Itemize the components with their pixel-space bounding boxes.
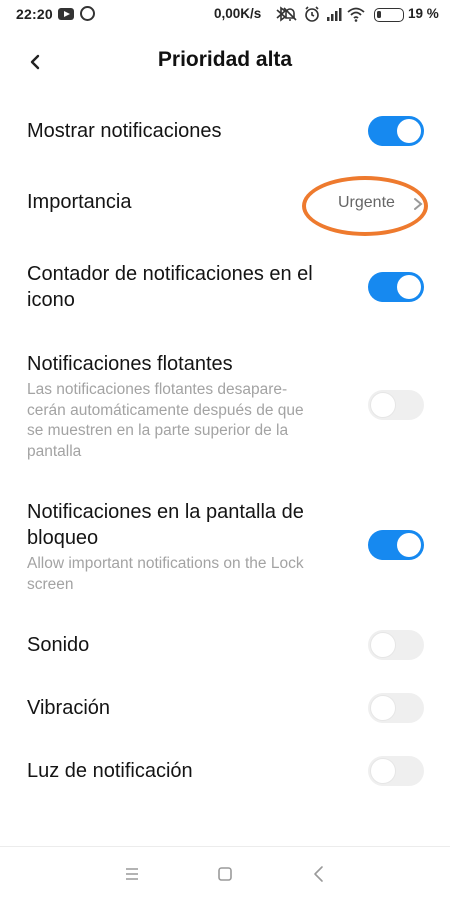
menu-button[interactable] (120, 862, 144, 886)
lock-screen-label-line2: bloqueo (27, 527, 99, 549)
home-button[interactable] (213, 862, 237, 886)
show-notifications-row[interactable]: Mostrar notificaciones (0, 110, 450, 154)
toggle-knob (397, 533, 421, 557)
page-title: Prioridad alta (157, 48, 293, 71)
lock-screen-desc-line1: Allow important notifications on the Loc… (27, 555, 304, 572)
battery-icon (374, 8, 404, 22)
floating-desc-line3: se muestren en la parte superior de la (27, 422, 289, 439)
menu-icon (126, 868, 138, 880)
importance-label: Importancia (27, 191, 132, 213)
battery-level-fill (377, 11, 381, 18)
toggle-knob (397, 119, 421, 143)
notification-light-toggle[interactable] (368, 756, 424, 786)
back-triangle-icon (314, 866, 323, 882)
youtube-icon (58, 8, 74, 20)
status-time: 22:20 (16, 6, 53, 22)
badge-counter-label-line1: Contador de notificaciones en el (27, 263, 313, 285)
lock-screen-desc-line2: screen (27, 575, 74, 593)
lock-screen-toggle[interactable] (368, 530, 424, 560)
toggle-knob (371, 633, 395, 657)
floating-desc-line4: pantalla (27, 442, 82, 460)
bell-off-icon (283, 7, 297, 21)
toggle-knob (371, 393, 395, 417)
show-notifications-toggle[interactable] (368, 116, 424, 146)
floating-notifications-row[interactable]: Notificaciones flotantes Las notificacio… (0, 350, 450, 466)
floating-desc-line1: Las notificaciones flotantes desapare- (27, 381, 288, 398)
badge-counter-label-line2: icono (27, 289, 75, 311)
floating-label: Notificaciones flotantes (27, 353, 233, 375)
nav-divider (0, 846, 450, 847)
badge-counter-toggle[interactable] (368, 272, 424, 302)
header: Prioridad alta (0, 40, 450, 84)
sound-toggle[interactable] (368, 630, 424, 660)
show-notifications-label: Mostrar notificaciones (27, 120, 222, 142)
highlight-annotation-oval (302, 176, 428, 236)
lock-screen-label-line1: Notificaciones en la pantalla de (27, 501, 304, 523)
sound-row[interactable]: Sonido (0, 624, 450, 668)
vibration-label: Vibración (27, 697, 111, 719)
toggle-knob (371, 759, 395, 783)
signal-icon (327, 8, 342, 21)
whatsapp-icon (80, 6, 95, 21)
toggle-knob (397, 275, 421, 299)
floating-desc-line2: cerán automáticamente después de que (27, 401, 304, 419)
settings-screen: 22:20 0,00K/s 19 % Prioridad alta Mostra… (0, 0, 450, 900)
sound-label: Sonido (27, 634, 90, 656)
notification-light-row[interactable]: Luz de notificación (0, 750, 450, 794)
alarm-icon (305, 6, 319, 22)
system-back-button[interactable] (307, 862, 331, 886)
home-square-icon (218, 867, 232, 881)
toggle-knob (371, 696, 395, 720)
battery-percent: 19 % (408, 6, 439, 21)
notification-light-label: Luz de notificación (27, 760, 193, 782)
floating-toggle[interactable] (368, 390, 424, 420)
badge-counter-row[interactable]: Contador de notificaciones en el icono (0, 260, 450, 316)
network-speed: 0,00K/s (214, 6, 262, 21)
vibration-toggle[interactable] (368, 693, 424, 723)
wifi-icon (347, 7, 365, 22)
vibration-row[interactable]: Vibración (0, 687, 450, 731)
status-bar: 22:20 0,00K/s 19 % (0, 0, 450, 30)
lock-screen-row[interactable]: Notificaciones en la pantalla de bloqueo… (0, 498, 450, 598)
